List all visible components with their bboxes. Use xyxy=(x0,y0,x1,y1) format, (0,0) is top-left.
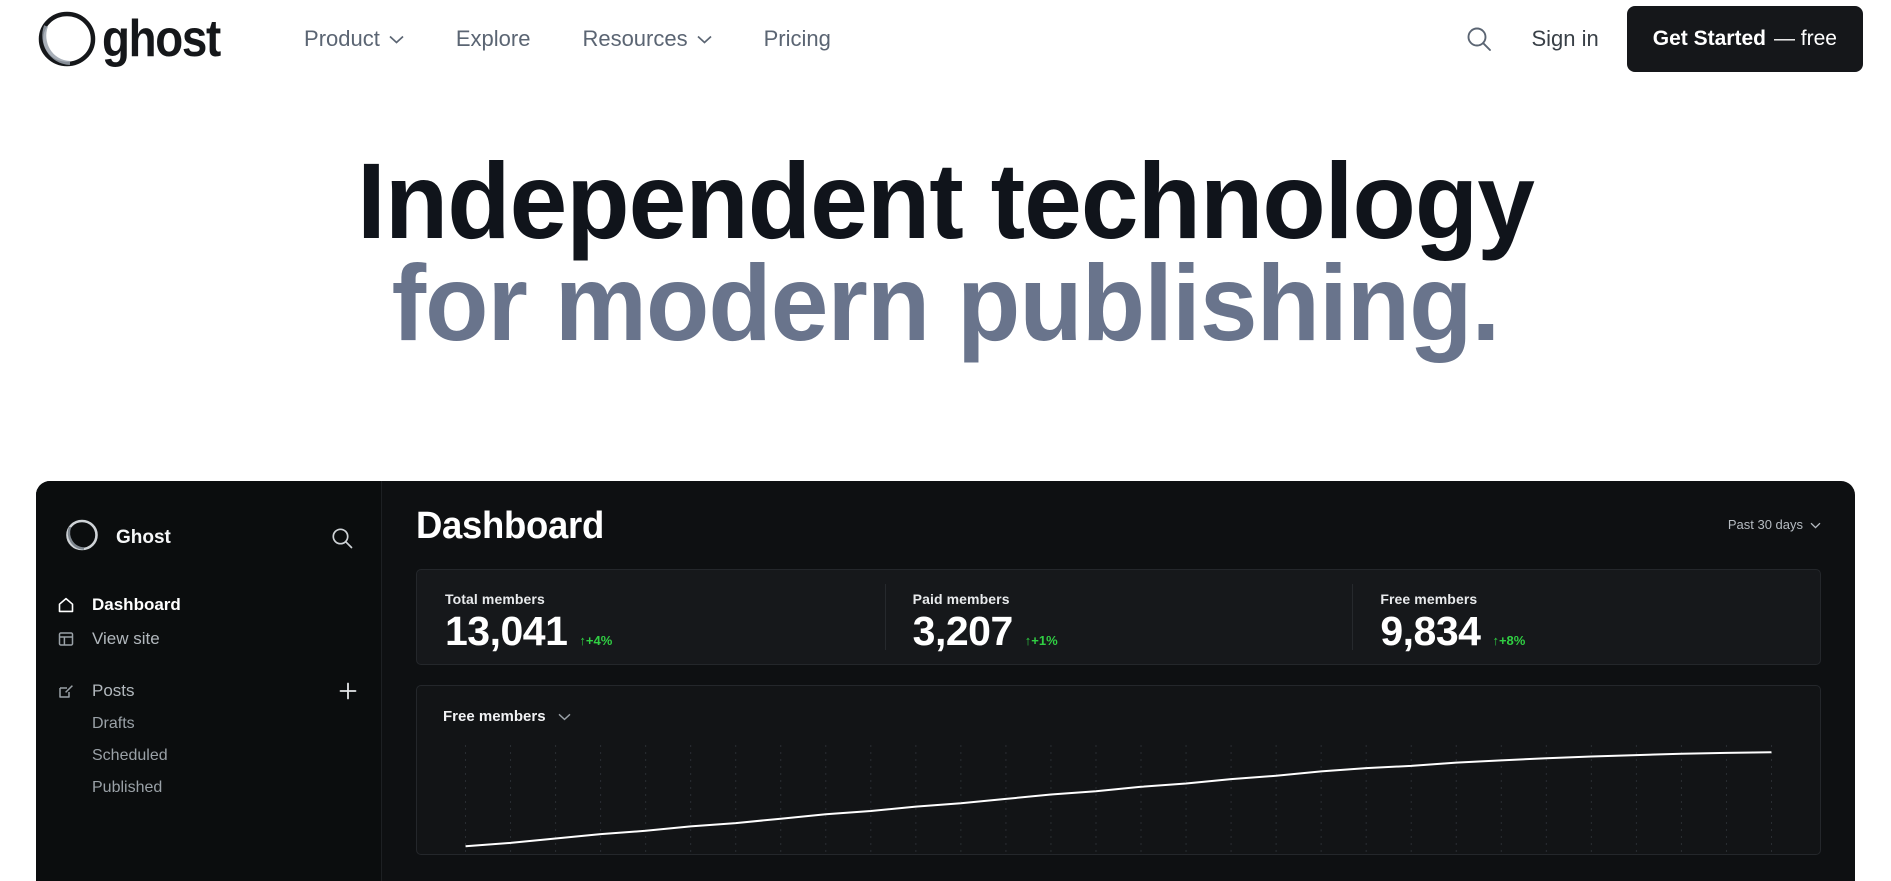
chevron-down-icon xyxy=(389,35,404,44)
members-chart-card: Free members xyxy=(416,685,1821,855)
stats-summary-card: Total members 13,041 ↑+4% Paid members 3… xyxy=(416,569,1821,665)
stat-value-row: 3,207 ↑+1% xyxy=(913,611,1353,652)
stat-delta-value: +4% xyxy=(585,633,613,648)
sidebar-item-label: Dashboard xyxy=(92,595,181,614)
dashboard-title: Dashboard xyxy=(416,505,604,547)
date-range-label: Past 30 days xyxy=(1727,517,1803,532)
sidebar-item-posts[interactable]: Posts xyxy=(36,674,381,708)
stat-value-row: 13,041 ↑+4% xyxy=(445,611,885,652)
hero-line-2-period: . xyxy=(1471,241,1501,363)
sidebar-item-label: Published xyxy=(92,779,163,796)
stat-delta: ↑+8% xyxy=(1492,633,1525,648)
sidebar-nav: Dashboard View site Posts Drafts Schedul… xyxy=(36,588,381,804)
sidebar-item-label: Drafts xyxy=(92,715,135,732)
sidebar-item-drafts[interactable]: Drafts xyxy=(36,708,381,740)
edit-icon xyxy=(56,681,76,701)
sign-in-link[interactable]: Sign in xyxy=(1531,26,1598,52)
stat-total-members[interactable]: Total members 13,041 ↑+4% xyxy=(417,570,885,664)
nav-item-label: Product xyxy=(304,26,380,51)
nav-item-explore[interactable]: Explore xyxy=(456,26,531,52)
brand-logo[interactable]: ghost xyxy=(36,8,236,70)
hero-section: Independent technology for modern publis… xyxy=(0,147,1891,357)
search-icon[interactable] xyxy=(1457,17,1501,61)
stat-delta: ↑+4% xyxy=(579,633,612,648)
sidebar-site-header[interactable]: Ghost xyxy=(36,517,381,558)
stat-paid-members[interactable]: Paid members 3,207 ↑+1% xyxy=(884,570,1353,664)
stat-delta-value: +1% xyxy=(1031,633,1058,648)
sidebar-site-name: Ghost xyxy=(116,526,171,548)
chart-series-selector[interactable]: Free members xyxy=(443,708,1794,725)
stat-label: Free members xyxy=(1380,591,1478,607)
home-icon xyxy=(56,595,76,615)
stat-delta: ↑+1% xyxy=(1025,633,1058,648)
sidebar-item-published[interactable]: Published xyxy=(36,772,381,804)
sidebar-item-label: Scheduled xyxy=(92,747,168,764)
stat-delta-value: +8% xyxy=(1498,633,1526,648)
hero-line-2: for modern publishing xyxy=(391,241,1473,363)
nav-item-label: Resources xyxy=(582,26,688,51)
chevron-down-icon xyxy=(697,35,712,44)
header-actions: Sign in Get Started — free xyxy=(1457,6,1863,72)
layout-icon xyxy=(56,629,76,649)
nav-item-resources[interactable]: Resources xyxy=(582,26,712,52)
sidebar-divider xyxy=(36,656,381,674)
stat-value: 9,834 xyxy=(1380,608,1481,654)
get-started-button[interactable]: Get Started — free xyxy=(1626,6,1863,72)
chevron-down-icon xyxy=(558,708,571,725)
admin-sidebar: Ghost Dashboard View site Posts Drafts S… xyxy=(36,481,382,881)
chart-series-label: Free members xyxy=(443,708,546,725)
search-icon[interactable] xyxy=(329,525,355,551)
sidebar-item-scheduled[interactable]: Scheduled xyxy=(36,740,381,772)
stat-value: 3,207 xyxy=(912,608,1014,654)
chart-canvas xyxy=(465,745,1772,854)
nav-item-label: Pricing xyxy=(763,26,831,51)
site-header: ghost Product Explore Resources Pricing xyxy=(0,0,1891,78)
stat-free-members[interactable]: Free members 9,834 ↑+8% xyxy=(1352,570,1820,664)
primary-nav: Product Explore Resources Pricing xyxy=(304,26,883,52)
sidebar-item-view-site[interactable]: View site xyxy=(36,622,381,656)
page-title: Independent technology for modern publis… xyxy=(38,147,1853,357)
nav-item-label: Explore xyxy=(455,26,531,51)
sidebar-item-label: Posts xyxy=(92,681,135,700)
stat-label: Total members xyxy=(445,591,545,607)
ghost-logo-icon xyxy=(36,8,98,70)
dashboard-header: Dashboard Past 30 days xyxy=(416,505,1821,548)
cta-label-bold: Get Started xyxy=(1652,27,1766,50)
ghost-admin-window: Ghost Dashboard View site Posts Drafts S… xyxy=(36,481,1855,881)
ghost-avatar-icon xyxy=(64,517,100,558)
stat-value-row: 9,834 ↑+8% xyxy=(1380,611,1820,652)
plus-icon[interactable] xyxy=(337,680,359,702)
members-line-chart xyxy=(443,745,1794,854)
sidebar-item-label: View site xyxy=(92,629,160,648)
sidebar-item-dashboard[interactable]: Dashboard xyxy=(36,588,381,622)
cta-label-rest: — free xyxy=(1773,27,1837,50)
brand-wordmark: ghost xyxy=(102,10,221,68)
chevron-down-icon xyxy=(1810,517,1821,532)
admin-main: Dashboard Past 30 days Total members 13,… xyxy=(382,481,1855,881)
stat-label: Paid members xyxy=(912,591,1010,607)
stat-value: 13,041 xyxy=(445,608,568,654)
date-range-selector[interactable]: Past 30 days xyxy=(1728,517,1821,532)
sidebar-group-posts: Posts Drafts Scheduled Published xyxy=(36,674,381,804)
nav-item-pricing[interactable]: Pricing xyxy=(764,26,831,52)
nav-item-product[interactable]: Product xyxy=(304,26,404,52)
